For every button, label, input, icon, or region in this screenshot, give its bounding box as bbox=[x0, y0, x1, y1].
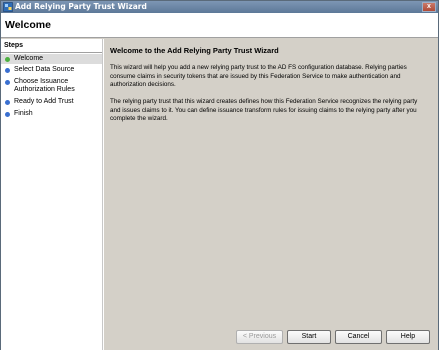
step-pending-icon bbox=[5, 68, 10, 73]
intro-paragraph: This wizard will help you add a new rely… bbox=[110, 64, 407, 88]
help-button[interactable]: Help bbox=[386, 330, 430, 344]
step-pending-icon bbox=[5, 100, 10, 105]
steps-panel: Steps Welcome Select Data Source Choose … bbox=[1, 39, 103, 350]
step-welcome: Welcome bbox=[1, 54, 102, 64]
step-label: Select Data Source bbox=[14, 66, 75, 73]
steps-heading: Steps bbox=[4, 42, 24, 49]
title-bar[interactable]: Add Relying Party Trust Wizard x bbox=[1, 1, 438, 13]
previous-button[interactable]: < Previous bbox=[236, 330, 283, 344]
step-label: Finish bbox=[14, 110, 33, 117]
wizard-body: Steps Welcome Select Data Source Choose … bbox=[1, 39, 438, 350]
step-label: Ready to Add Trust bbox=[14, 98, 74, 105]
step-ready-to-add-trust: Ready to Add Trust bbox=[1, 98, 102, 106]
steps-divider bbox=[1, 52, 102, 53]
details-paragraph: The relying party trust that this wizard… bbox=[110, 98, 418, 122]
window-title: Add Relying Party Trust Wizard bbox=[15, 2, 147, 11]
wizard-window: Add Relying Party Trust Wizard x Welcome… bbox=[0, 0, 439, 350]
content-panel: Welcome to the Add Relying Party Trust W… bbox=[104, 39, 438, 350]
step-pending-icon bbox=[5, 80, 10, 85]
step-pending-icon bbox=[5, 112, 10, 117]
start-button[interactable]: Start bbox=[287, 330, 331, 344]
step-label: Choose Issuance Authorization Rules bbox=[14, 78, 75, 93]
content-title: Welcome to the Add Relying Party Trust W… bbox=[110, 46, 279, 55]
wizard-app-icon bbox=[3, 2, 13, 12]
step-select-data-source: Select Data Source bbox=[1, 66, 102, 74]
step-finish: Finish bbox=[1, 110, 102, 118]
cancel-button[interactable]: Cancel bbox=[335, 330, 382, 344]
wizard-header: Welcome bbox=[1, 13, 438, 38]
step-label: Welcome bbox=[14, 55, 44, 62]
close-button[interactable]: x bbox=[422, 2, 436, 12]
step-choose-issuance-authorization-rules: Choose Issuance Authorization Rules bbox=[1, 78, 96, 94]
step-current-icon bbox=[5, 57, 10, 62]
page-title: Welcome bbox=[5, 19, 51, 31]
